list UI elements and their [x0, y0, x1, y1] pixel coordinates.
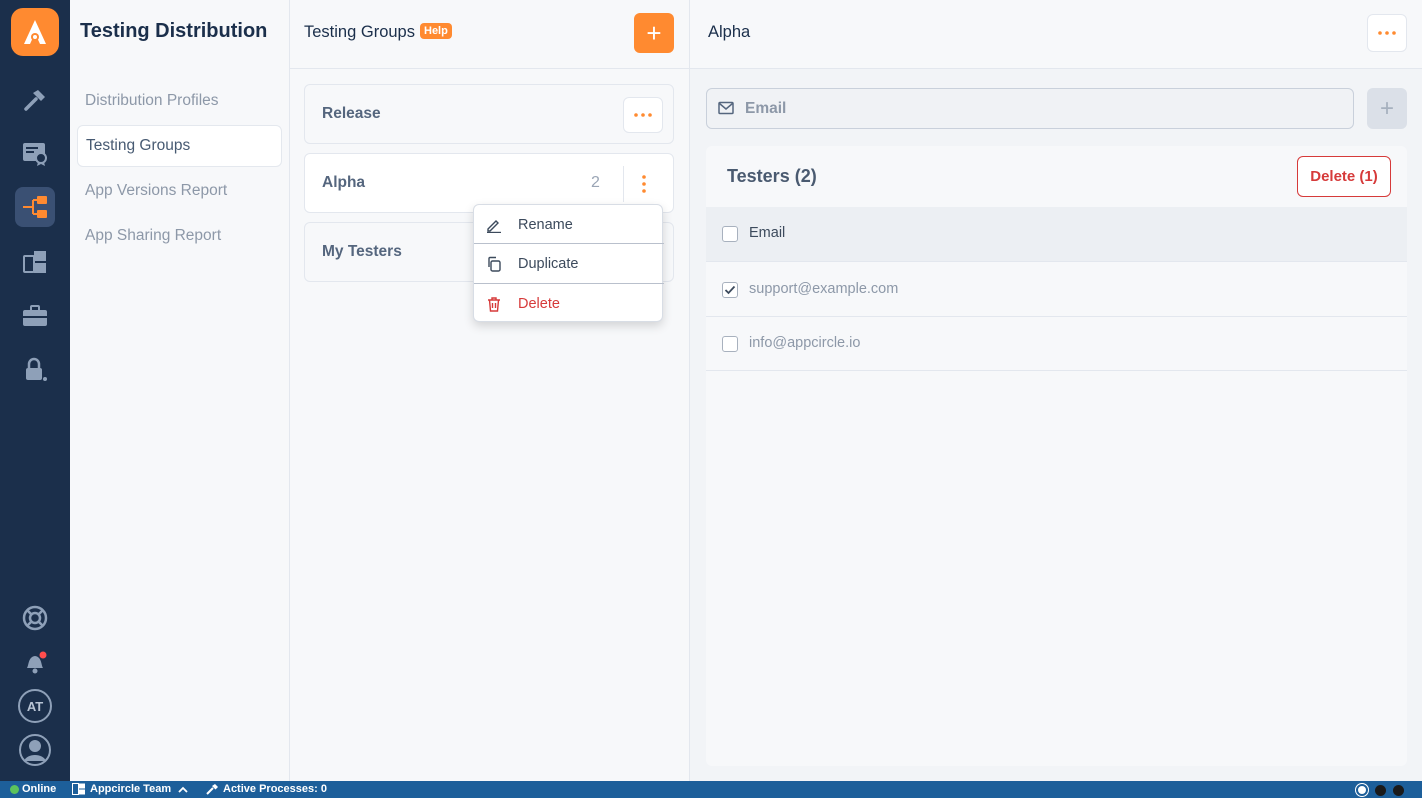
subnav-item-testing-groups[interactable]: Testing Groups: [77, 125, 282, 167]
groups-title: Testing Groups: [304, 23, 415, 41]
active-processes[interactable]: Active Processes: 0: [206, 783, 327, 795]
menu-item-label: Duplicate: [518, 256, 579, 272]
subnav-item-app-sharing-report[interactable]: App Sharing Report: [77, 215, 282, 257]
menu-item-label: Delete: [518, 296, 560, 312]
subnav-item-distribution-profiles[interactable]: Distribution Profiles: [77, 80, 282, 122]
module-subnav: Testing Distribution Distribution Profil…: [70, 0, 290, 781]
testing-groups-panel: Testing Groups Help + Release Alpha 2 My…: [290, 0, 690, 781]
groups-header: Testing Groups Help +: [290, 0, 689, 69]
publish-icon[interactable]: [15, 242, 55, 282]
dark-theme-icon[interactable]: [1375, 784, 1386, 796]
testing-distribution-icon[interactable]: [15, 187, 55, 227]
group-detail-panel: Alpha + Testers (2) Delete (1) Email sup…: [690, 0, 1422, 781]
enterprise-briefcase-icon[interactable]: [15, 296, 55, 336]
team-label: Appcircle Team: [90, 783, 172, 795]
column-header-email: Email: [749, 225, 786, 241]
trash-icon: [488, 297, 500, 312]
menu-item-duplicate[interactable]: Duplicate: [474, 245, 664, 283]
module-title: Testing Distribution: [80, 20, 268, 42]
user-profile-icon[interactable]: [15, 730, 55, 770]
menu-divider: [474, 243, 664, 244]
group-tester-count: 2: [591, 174, 600, 191]
copy-icon: [488, 256, 501, 272]
table-row[interactable]: info@appcircle.io: [706, 317, 1407, 371]
group-options-button[interactable]: [623, 166, 663, 202]
online-dot-icon: [10, 784, 19, 794]
more-horizontal-icon: [634, 113, 652, 117]
status-bar: Online Appcircle Team Active Processes: …: [0, 781, 1422, 798]
security-lock-icon[interactable]: [15, 350, 55, 390]
tester-email: info@appcircle.io: [749, 335, 861, 351]
contrast-theme-icon[interactable]: [1393, 784, 1404, 796]
detail-header: Alpha: [690, 0, 1422, 69]
pencil-icon: [487, 220, 501, 233]
checkmark-icon: [724, 285, 736, 295]
row-checkbox-checked[interactable]: [722, 282, 738, 298]
testers-title: Testers (2): [727, 166, 817, 186]
add-tester-button[interactable]: +: [1367, 88, 1407, 129]
tester-email-field: [706, 88, 1354, 129]
more-vertical-icon: [641, 175, 646, 193]
online-label: Online: [22, 783, 57, 795]
signing-certificate-icon[interactable]: [15, 133, 55, 173]
tester-email: support@example.com: [749, 281, 899, 297]
group-name: My Testers: [322, 243, 402, 260]
chevron-up-icon: [178, 786, 188, 793]
select-all-checkbox[interactable]: [722, 226, 738, 242]
table-row[interactable]: support@example.com: [706, 263, 1407, 317]
add-group-button[interactable]: +: [634, 13, 674, 53]
detail-options-button[interactable]: [1367, 14, 1407, 52]
testers-card: Testers (2) Delete (1) Email support@exa…: [706, 146, 1407, 766]
build-hammer-icon[interactable]: [15, 80, 55, 120]
app-rail: AT: [0, 0, 70, 781]
more-horizontal-icon: [1378, 31, 1396, 35]
menu-item-label: Rename: [518, 217, 573, 233]
group-name: Alpha: [322, 174, 366, 191]
team-switcher[interactable]: Appcircle Team: [72, 783, 188, 795]
appcircle-logo-icon[interactable]: [11, 8, 59, 56]
notifications-bell-icon[interactable]: [15, 642, 55, 682]
help-support-icon[interactable]: [15, 598, 55, 638]
online-status: Online: [10, 783, 56, 795]
menu-item-delete[interactable]: Delete: [474, 285, 664, 323]
menu-divider: [474, 283, 664, 284]
email-input[interactable]: [745, 89, 1345, 128]
envelope-icon: [718, 101, 734, 115]
light-theme-icon[interactable]: [1356, 784, 1368, 796]
team-icon: [72, 783, 85, 795]
group-context-menu: Rename Duplicate Delete: [473, 204, 664, 323]
subnav-item-app-versions-report[interactable]: App Versions Report: [77, 170, 282, 212]
processes-label: Active Processes: 0: [223, 783, 327, 795]
detail-title: Alpha: [708, 23, 751, 41]
row-checkbox[interactable]: [722, 336, 738, 352]
theme-indicators: [1356, 784, 1404, 796]
team-avatar[interactable]: AT: [18, 689, 52, 723]
hammer-icon: [206, 784, 218, 795]
group-options-button[interactable]: [623, 97, 663, 133]
group-name: Release: [322, 105, 381, 122]
delete-selected-button[interactable]: Delete (1): [1297, 156, 1391, 197]
table-header: Email: [706, 207, 1407, 262]
help-badge[interactable]: Help: [420, 23, 452, 39]
menu-item-rename[interactable]: Rename: [474, 206, 664, 244]
group-item-release[interactable]: Release: [304, 84, 674, 144]
